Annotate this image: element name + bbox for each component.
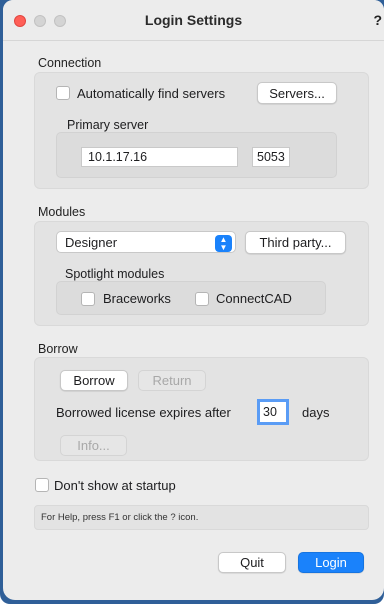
module-select-value: Designer [65,234,118,250]
primary-server-label: Primary server [67,118,149,132]
server-address-field[interactable]: 10.1.17.16 [81,147,238,167]
module-select[interactable]: Designer ▲ ▼ [56,231,236,253]
help-icon[interactable]: ? [373,12,382,28]
modules-section-label: Modules [38,205,86,219]
borrow-section-label: Borrow [38,342,78,356]
dont-show-at-startup-label: Don't show at startup [54,478,176,493]
auto-find-servers-label: Automatically find servers [77,86,226,101]
connection-section-label: Connection [38,56,102,70]
server-port-field[interactable]: 5053 [252,147,290,167]
help-text: For Help, press F1 or click the ? icon. [41,512,199,523]
select-stepper-icon: ▲ ▼ [215,235,232,252]
spotlight-modules-group: Braceworks ConnectCAD [56,281,326,315]
connection-group: Automatically find servers Servers... Pr… [34,72,369,189]
auto-find-servers-checkbox[interactable] [56,86,70,100]
days-label: days [302,405,330,420]
borrow-expires-label: Borrowed license expires after [56,405,231,420]
braceworks-checkbox[interactable] [81,292,95,306]
quit-button[interactable]: Quit [218,552,286,573]
braceworks-label: Braceworks [103,291,171,306]
dont-show-at-startup-checkbox[interactable] [35,478,49,492]
primary-server-group: 10.1.17.16 5053 [56,132,337,178]
borrow-days-field[interactable]: 30 [257,399,289,425]
login-button[interactable]: Login [298,552,364,573]
connectcad-label: ConnectCAD [216,291,292,306]
third-party-button[interactable]: Third party... [245,231,346,254]
return-button[interactable]: Return [138,370,206,391]
help-status-bar: For Help, press F1 or click the ? icon. [34,505,369,530]
window-title: Login Settings [144,12,243,28]
info-button[interactable]: Info... [60,435,127,456]
modules-group: Designer ▲ ▼ Third party... Spotlight mod… [34,221,369,326]
connectcad-checkbox[interactable] [195,292,209,306]
title-bar[interactable]: Login Settings ? [3,0,384,41]
borrow-button[interactable]: Borrow [60,370,128,391]
login-settings-window: Login Settings ? Connection Automaticall… [3,0,384,600]
borrow-group: Borrow Return Borrowed license expires a… [34,357,369,461]
servers-button[interactable]: Servers... [257,82,337,104]
spotlight-modules-label: Spotlight modules [65,267,165,281]
